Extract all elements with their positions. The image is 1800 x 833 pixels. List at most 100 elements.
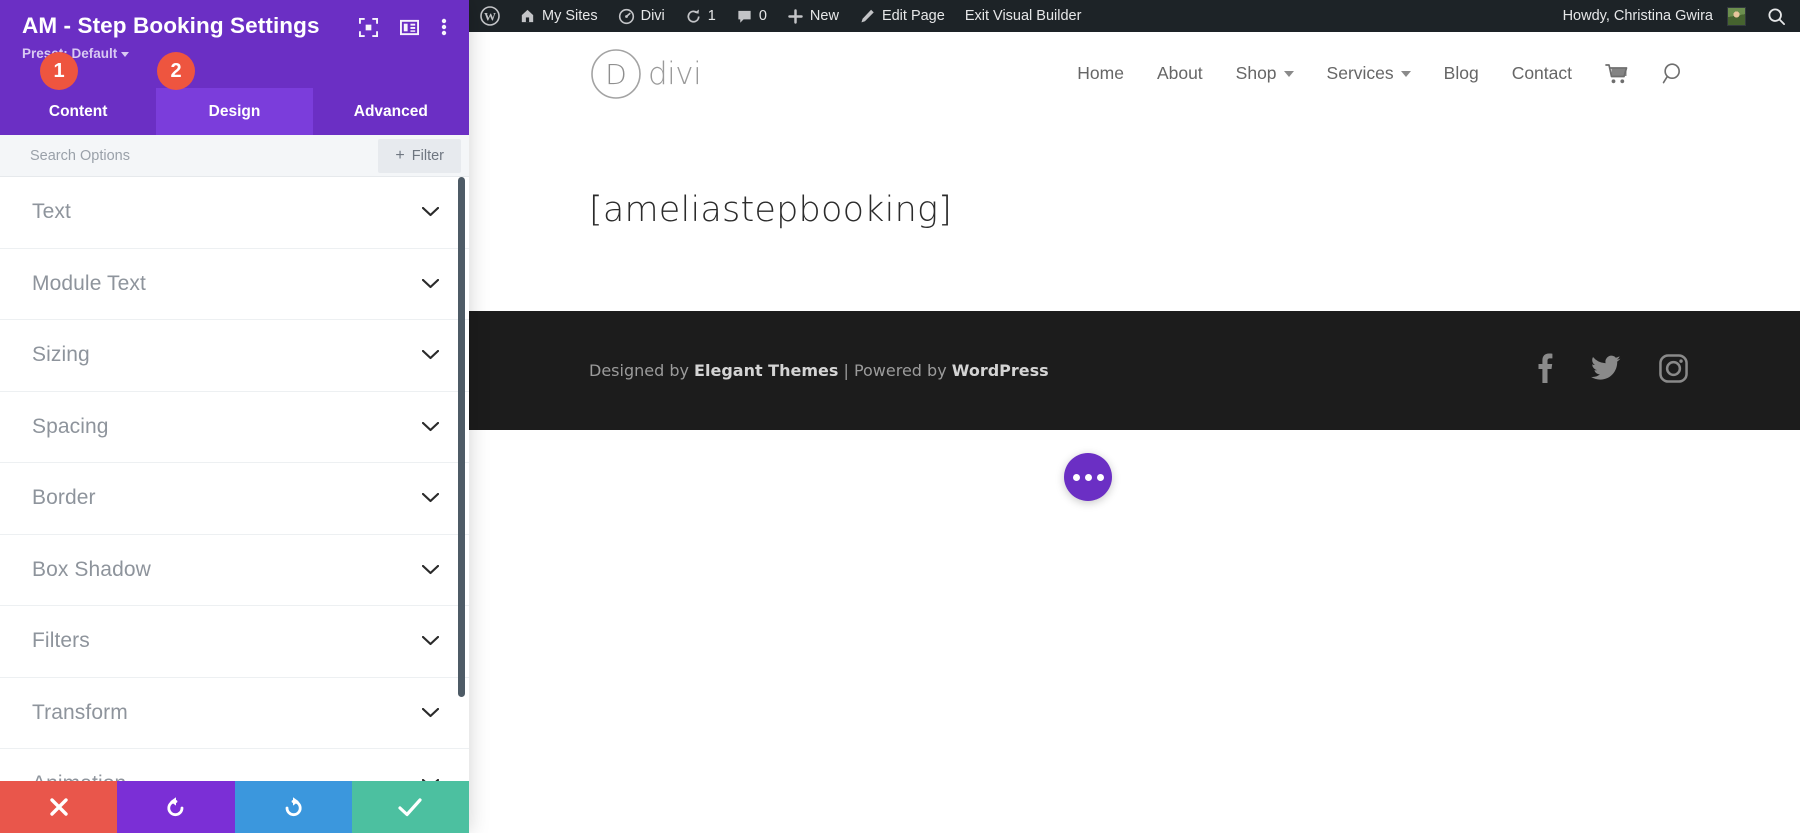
option-label: Spacing — [32, 415, 109, 439]
chevron-down-icon — [422, 636, 439, 646]
focus-module-icon[interactable] — [359, 18, 378, 42]
check-icon — [397, 796, 423, 818]
dot — [1085, 474, 1092, 481]
adminbar-new-label: New — [810, 8, 839, 24]
option-group-box-shadow[interactable]: Box Shadow — [0, 535, 469, 607]
redo-button[interactable] — [235, 781, 352, 833]
option-group-sizing[interactable]: Sizing — [0, 320, 469, 392]
adminbar-wordpress-logo[interactable]: W — [469, 0, 509, 32]
undo-icon — [164, 795, 188, 819]
page-title: AM - Step Booking Settings — [22, 12, 320, 40]
nav-item-blog[interactable]: Blog — [1444, 63, 1479, 84]
option-label: Module Text — [32, 272, 146, 296]
footer-social-links — [1537, 353, 1688, 388]
search-icon — [1767, 7, 1786, 26]
more-options-icon[interactable] — [441, 17, 447, 42]
panel-layout-icon[interactable] — [400, 18, 419, 42]
preset-selector[interactable]: Preset: Default — [22, 46, 447, 61]
avatar — [1727, 7, 1746, 26]
panel-scrollbar[interactable] — [458, 177, 465, 781]
option-label: Border — [32, 486, 96, 510]
page-content-area: [ameliastepbooking] — [469, 116, 1800, 311]
option-label: Box Shadow — [32, 558, 151, 582]
nav-item-home[interactable]: Home — [1077, 63, 1124, 84]
adminbar-comments[interactable]: 0 — [726, 0, 777, 32]
site-header: D divi Home About Shop Services — [469, 32, 1800, 116]
svg-text:D: D — [605, 58, 627, 91]
adminbar-divi-label: Divi — [641, 8, 665, 24]
chevron-down-icon — [1401, 71, 1411, 77]
nav-label: About — [1157, 63, 1203, 84]
site-preview: W My Sites Divi — [469, 0, 1800, 833]
option-label: Transform — [32, 701, 128, 725]
site-logo-text: divi — [648, 56, 701, 92]
adminbar-account[interactable]: Howdy, Christina Gwira — [1552, 0, 1755, 32]
adminbar-divi[interactable]: Divi — [608, 0, 675, 32]
site-logo[interactable]: D divi — [589, 47, 701, 101]
tab-advanced[interactable]: Advanced — [313, 88, 469, 135]
option-group-spacing[interactable]: Spacing — [0, 392, 469, 464]
chevron-down-icon — [422, 708, 439, 718]
site-navigation: Home About Shop Services Blog Contact — [1077, 62, 1685, 85]
adminbar-updates[interactable]: 1 — [675, 0, 726, 32]
module-settings-panel: AM - Step Booking Settings — [0, 0, 469, 833]
cart-button[interactable] — [1605, 63, 1629, 85]
adminbar-exit-visual-builder[interactable]: Exit Visual Builder — [955, 0, 1092, 32]
nav-item-contact[interactable]: Contact — [1512, 63, 1572, 84]
chevron-down-icon — [422, 565, 439, 575]
adminbar-howdy-label: Howdy, Christina Gwira — [1563, 8, 1713, 24]
divi-builder-fab[interactable] — [1064, 453, 1112, 501]
adminbar-right-group: Howdy, Christina Gwira — [1552, 0, 1800, 32]
screen-root: AM - Step Booking Settings — [0, 0, 1800, 833]
footer-brand-elegant-themes[interactable]: Elegant Themes — [694, 361, 838, 380]
cancel-button[interactable] — [0, 781, 117, 833]
twitter-icon[interactable] — [1591, 355, 1621, 386]
nav-label: Blog — [1444, 63, 1479, 84]
adminbar-new[interactable]: New — [777, 0, 849, 32]
site-search-button[interactable] — [1662, 62, 1685, 85]
footer-brand-wordpress[interactable]: WordPress — [952, 361, 1049, 380]
panel-scrollbar-thumb[interactable] — [458, 177, 465, 697]
undo-button[interactable] — [117, 781, 234, 833]
option-group-filters[interactable]: Filters — [0, 606, 469, 678]
adminbar-search-button[interactable] — [1755, 7, 1800, 26]
adminbar-exit-label: Exit Visual Builder — [965, 8, 1082, 24]
tab-design-label: Design — [209, 103, 261, 121]
chevron-down-icon — [422, 207, 439, 217]
tab-content-label: Content — [49, 103, 108, 121]
chevron-down-icon — [422, 779, 439, 781]
chevron-down-icon — [422, 350, 439, 360]
step-badge-2: 2 — [157, 52, 195, 90]
adminbar-edit-page-label: Edit Page — [882, 8, 945, 24]
search-options-row: + Filter — [0, 135, 469, 177]
nav-label: Home — [1077, 63, 1124, 84]
nav-item-about[interactable]: About — [1157, 63, 1203, 84]
adminbar-edit-page[interactable]: Edit Page — [849, 0, 955, 32]
shortcode-text[interactable]: [ameliastepbooking] — [589, 190, 1800, 230]
search-input[interactable] — [30, 148, 378, 164]
dot — [1097, 474, 1104, 481]
facebook-icon[interactable] — [1537, 353, 1553, 388]
filter-button[interactable]: + Filter — [378, 139, 461, 173]
nav-item-shop[interactable]: Shop — [1236, 63, 1294, 84]
chevron-down-icon — [422, 422, 439, 432]
option-label: Animation — [32, 772, 126, 781]
tab-content[interactable]: Content — [0, 88, 156, 135]
option-group-animation[interactable]: Animation — [0, 749, 469, 781]
adminbar-my-sites[interactable]: My Sites — [509, 0, 608, 32]
save-button[interactable] — [352, 781, 469, 833]
option-group-transform[interactable]: Transform — [0, 678, 469, 750]
tab-design[interactable]: Design — [156, 88, 312, 135]
divi-logo-icon: D — [589, 47, 643, 101]
instagram-icon[interactable] — [1659, 354, 1688, 388]
adminbar-my-sites-label: My Sites — [542, 8, 598, 24]
site-footer: Designed by Elegant Themes | Powered by … — [469, 311, 1800, 430]
nav-item-services[interactable]: Services — [1327, 63, 1411, 84]
option-group-text[interactable]: Text — [0, 177, 469, 249]
comments-icon — [736, 8, 753, 25]
option-group-border[interactable]: Border — [0, 463, 469, 535]
panel-header-icons — [359, 12, 447, 42]
dot — [1073, 474, 1080, 481]
chevron-down-icon — [121, 52, 129, 57]
option-group-module-text[interactable]: Module Text — [0, 249, 469, 321]
